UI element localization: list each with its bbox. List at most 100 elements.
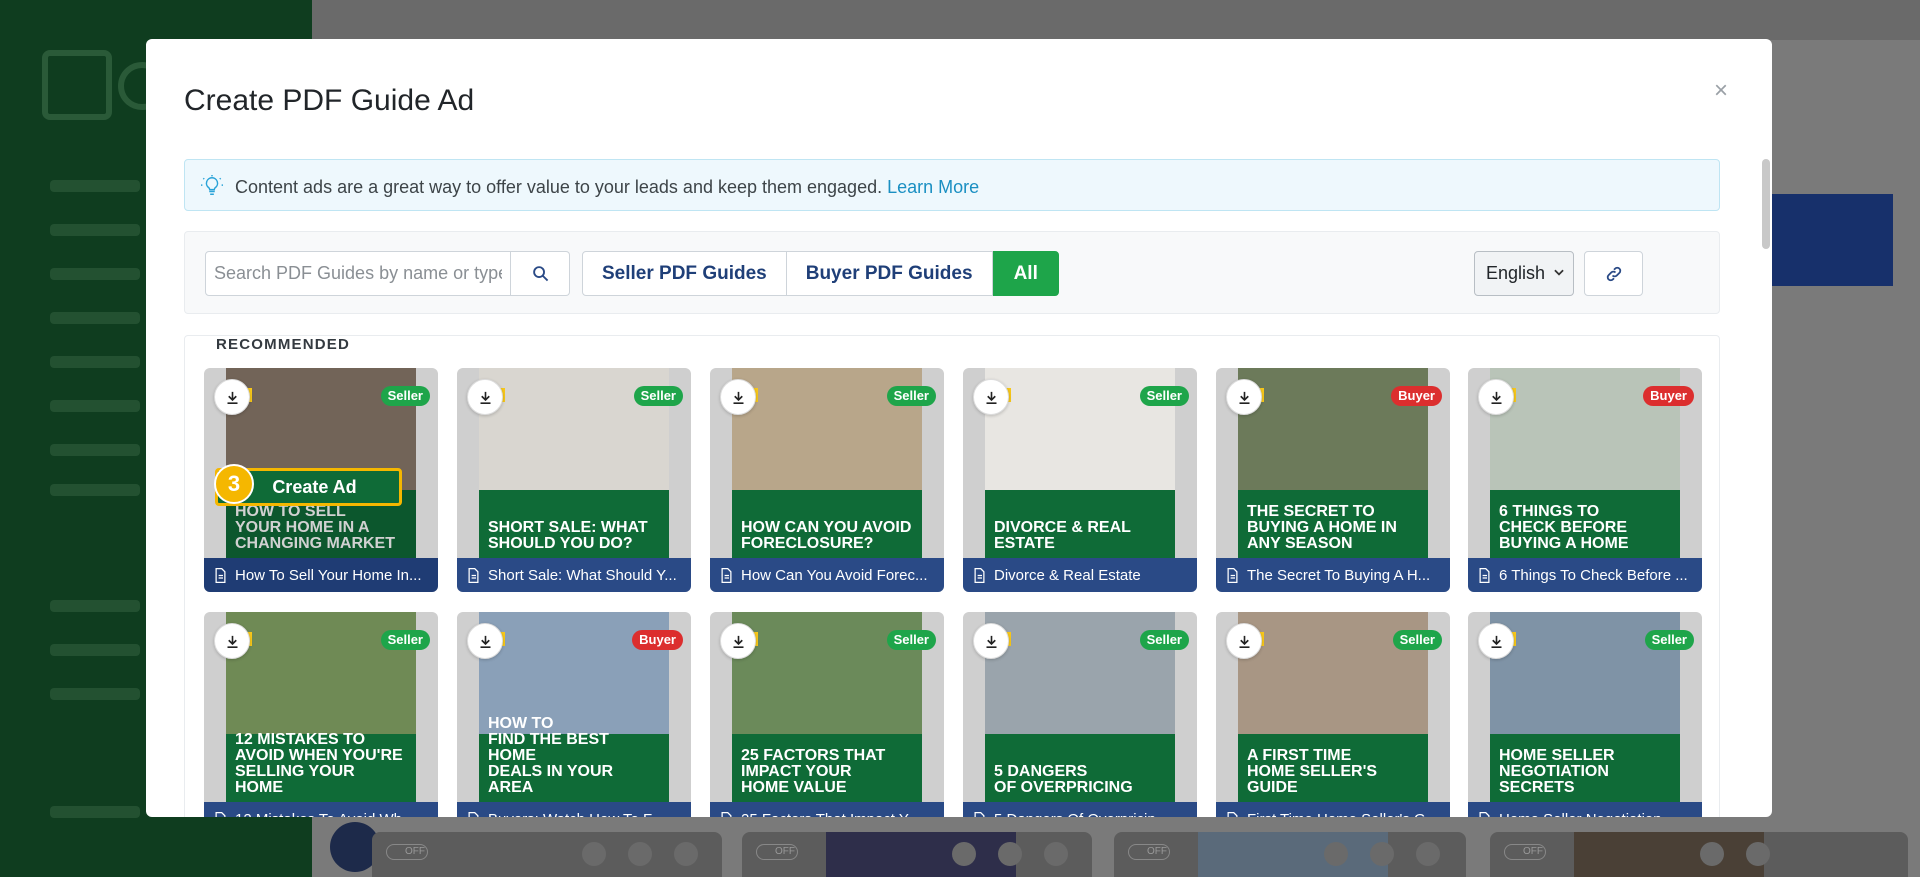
document-icon	[1227, 811, 1238, 817]
guide-caption-text: First Time Home Seller's G...	[1247, 811, 1438, 818]
background-toggle: OFF	[756, 844, 798, 860]
guide-cover-title: Divorce & Real Estate	[985, 490, 1175, 558]
document-icon	[1227, 567, 1238, 583]
edit-icon	[582, 842, 606, 866]
guide-cover-title: A first time home seller's guide	[1238, 734, 1428, 802]
eye-icon	[1370, 842, 1394, 866]
guide-caption-text: Home Seller Negotiation...	[1499, 811, 1674, 818]
guide-card[interactable]: 5 dangers of overpricing Seller 5 Dangers …	[963, 612, 1197, 817]
guide-card[interactable]: A first time home seller's guide Seller Fi…	[1216, 612, 1450, 817]
modal-scrollbar[interactable]	[1760, 159, 1772, 299]
guide-card[interactable]: The secret to buying a home in any seaso…	[1216, 368, 1450, 592]
background-nav-item	[50, 180, 140, 192]
guide-card[interactable]: 12 mistakes to avoid when you're selling…	[204, 612, 438, 817]
download-button[interactable]	[720, 623, 756, 659]
background-card: OFF	[1114, 832, 1466, 877]
download-icon	[1491, 635, 1501, 648]
guide-caption: First Time Home Seller's G...	[1216, 802, 1450, 817]
download-button[interactable]	[1478, 623, 1514, 659]
search-input[interactable]	[205, 251, 511, 296]
background-toggle: OFF	[386, 844, 428, 860]
scrollbar-thumb[interactable]	[1762, 159, 1770, 249]
guide-type-badge: Seller	[1644, 630, 1694, 650]
document-icon	[468, 811, 479, 817]
create-pdf-guide-ad-modal: Create PDF Guide Ad × Content ads are a …	[146, 39, 1772, 817]
guide-card[interactable]: 25 factors that impact your home value Se…	[710, 612, 944, 817]
close-button[interactable]: ×	[1714, 77, 1728, 105]
background-logo	[42, 50, 112, 120]
guide-cover-title: Short sale: what should you do?	[479, 490, 669, 558]
guide-type-badge: Seller	[1392, 630, 1442, 650]
download-icon	[1239, 635, 1249, 648]
background-toggle: OFF	[1128, 844, 1170, 860]
background-nav-item	[50, 644, 140, 656]
download-button[interactable]	[467, 623, 503, 659]
guide-type-badge: Buyer	[632, 630, 683, 650]
background-nav-item	[50, 312, 140, 324]
eye-icon	[1746, 842, 1770, 866]
download-button[interactable]	[973, 379, 1009, 415]
guide-caption: 6 Things To Check Before ...	[1468, 558, 1702, 592]
document-icon	[215, 567, 226, 583]
background-nav-item	[50, 268, 140, 280]
download-button[interactable]	[1478, 379, 1514, 415]
download-icon	[733, 391, 743, 404]
edit-icon	[952, 842, 976, 866]
guide-card[interactable]: Divorce & Real Estate Seller Divorce & Rea…	[963, 368, 1197, 592]
download-button[interactable]	[973, 623, 1009, 659]
download-button[interactable]	[214, 623, 250, 659]
guide-type-badge: Seller	[886, 630, 936, 650]
modal-title: Create PDF Guide Ad	[184, 84, 475, 117]
filter-buyer-pdf-guides[interactable]: Buyer PDF Guides	[786, 251, 993, 296]
guide-caption-text: 12 Mistakes To Avoid Wh...	[235, 811, 415, 818]
guide-caption: How Can You Avoid Forec...	[710, 558, 944, 592]
download-button[interactable]	[1226, 623, 1262, 659]
tutorial-step-badge: 3	[214, 464, 254, 504]
download-button[interactable]	[214, 379, 250, 415]
guide-card[interactable]: How to find the best home deals in your …	[457, 612, 691, 817]
download-icon	[986, 391, 996, 404]
guide-card[interactable]: How can you avoid foreclosure? Seller How …	[710, 368, 944, 592]
search-button[interactable]	[511, 251, 570, 296]
guide-card[interactable]: Home seller negotiation secrets Seller Hom…	[1468, 612, 1702, 817]
download-button[interactable]	[720, 379, 756, 415]
document-icon	[974, 811, 985, 817]
guide-cover-title: How to find the best home deals in your …	[479, 716, 669, 802]
more-icon	[1416, 842, 1440, 866]
document-icon	[1479, 567, 1490, 583]
guide-cover-title: 12 mistakes to avoid when you're selling…	[226, 732, 416, 802]
document-icon	[1479, 811, 1490, 817]
filter-seller-pdf-guides[interactable]: Seller PDF Guides	[582, 251, 787, 296]
background-nav-item	[50, 688, 140, 700]
learn-more-link[interactable]: Learn More	[887, 177, 979, 197]
download-icon	[1491, 391, 1501, 404]
edit-icon	[1700, 842, 1724, 866]
search-icon	[532, 266, 548, 282]
download-button[interactable]	[1226, 379, 1262, 415]
background-card: OFF	[1490, 832, 1908, 877]
eye-icon	[998, 842, 1022, 866]
download-icon	[986, 635, 996, 648]
guide-caption-text: The Secret To Buying A H...	[1247, 566, 1431, 584]
guide-caption-text: Divorce & Real Estate	[994, 566, 1141, 584]
guide-card[interactable]: 6 things to check before buying a home Bu…	[1468, 368, 1702, 592]
background-nav-item	[50, 224, 140, 236]
chevron-down-icon	[1554, 269, 1564, 276]
guide-card[interactable]: Short sale: what should you do? Seller Sho…	[457, 368, 691, 592]
guide-caption: 5 Dangers Of Overpricin...	[963, 802, 1197, 817]
download-button[interactable]	[467, 379, 503, 415]
document-icon	[721, 567, 732, 583]
language-select[interactable]: English	[1474, 251, 1574, 296]
background-nav-item	[50, 484, 140, 496]
link-button[interactable]	[1584, 251, 1643, 296]
guide-cover-title: 6 things to check before buying a home	[1490, 490, 1680, 558]
guide-cover-title: The secret to buying a home in any seaso…	[1238, 490, 1428, 558]
guide-cover-title: How can you avoid foreclosure?	[732, 490, 922, 558]
download-icon	[733, 635, 743, 648]
background-nav-item	[50, 600, 140, 612]
guide-caption-text: 6 Things To Check Before ...	[1499, 566, 1688, 584]
guide-type-badge: Seller	[1139, 386, 1189, 406]
filter-all[interactable]: All	[992, 251, 1059, 296]
guide-type-badge: Buyer	[1643, 386, 1694, 406]
download-icon	[480, 635, 490, 648]
